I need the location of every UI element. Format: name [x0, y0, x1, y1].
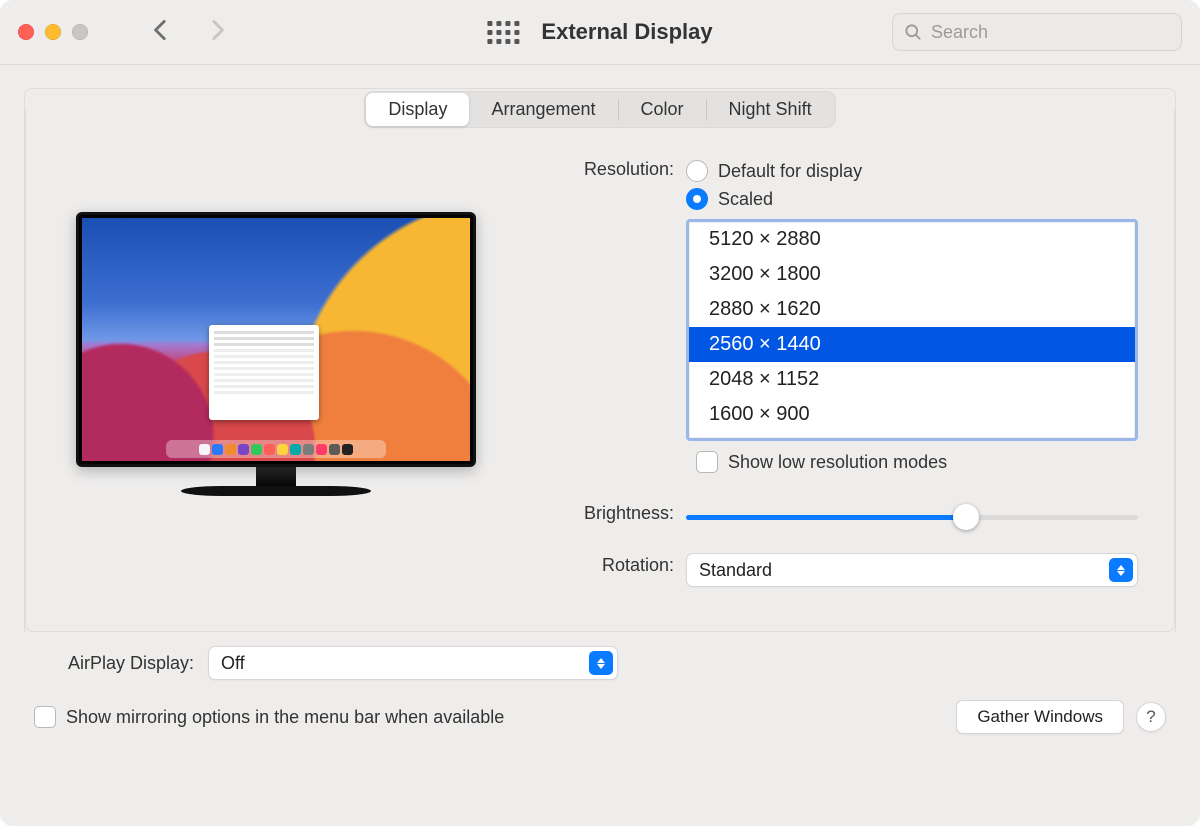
tab-color[interactable]: Color — [619, 93, 706, 126]
select-value: Standard — [699, 560, 772, 581]
resolution-list[interactable]: 5120 × 28803200 × 18002880 × 16202560 × … — [686, 219, 1138, 441]
radio-label: Scaled — [718, 189, 773, 210]
resolution-option[interactable]: 5120 × 2880 — [689, 222, 1135, 257]
show-low-res-checkbox[interactable]: Show low resolution modes — [696, 451, 1138, 473]
rotation-label: Rotation: — [526, 553, 686, 576]
mirroring-checkbox[interactable]: Show mirroring options in the menu bar w… — [34, 706, 504, 728]
gather-windows-button[interactable]: Gather Windows — [956, 700, 1124, 734]
zoom-icon[interactable] — [72, 24, 88, 40]
display-panel: Resolution: Default for display Scaled 5… — [25, 109, 1175, 632]
forward-button[interactable] — [204, 17, 230, 48]
tab-bar: Display Arrangement Color Night Shift — [364, 91, 835, 128]
checkbox-icon — [34, 706, 56, 728]
resolution-scaled-radio[interactable]: Scaled — [686, 185, 1138, 213]
select-value: Off — [221, 653, 245, 674]
resolution-option[interactable]: 2560 × 1440 — [689, 327, 1135, 362]
content-area: Display Arrangement Color Night Shift — [0, 65, 1200, 826]
radio-icon — [686, 160, 708, 182]
display-controls: Resolution: Default for display Scaled 5… — [526, 157, 1138, 597]
brightness-label: Brightness: — [526, 501, 686, 524]
traffic-lights — [18, 24, 88, 40]
chevron-updown-icon — [589, 651, 613, 675]
show-all-icon[interactable] — [487, 21, 519, 44]
resolution-option[interactable]: 2048 × 1152 — [689, 362, 1135, 397]
nav-buttons — [148, 17, 230, 48]
resolution-option[interactable]: 2880 × 1620 — [689, 292, 1135, 327]
chevron-updown-icon — [1109, 558, 1133, 582]
tab-display[interactable]: Display — [366, 93, 469, 126]
help-button[interactable]: ? — [1136, 702, 1166, 732]
preferences-window: External Display Display Arrangement Col… — [0, 0, 1200, 826]
search-field[interactable] — [892, 13, 1182, 51]
resolution-default-radio[interactable]: Default for display — [686, 157, 1138, 185]
brightness-slider[interactable] — [686, 505, 1138, 529]
airplay-label: AirPlay Display: — [34, 653, 194, 674]
resolution-option[interactable]: 1600 × 900 — [689, 397, 1135, 432]
search-input[interactable] — [931, 22, 1171, 43]
close-icon[interactable] — [18, 24, 34, 40]
checkbox-label: Show mirroring options in the menu bar w… — [66, 707, 504, 728]
radio-label: Default for display — [718, 161, 862, 182]
bottom-area: AirPlay Display: Off Show mirroring opti… — [24, 632, 1176, 734]
resolution-label: Resolution: — [526, 157, 686, 180]
titlebar: External Display — [0, 0, 1200, 65]
tab-night-shift[interactable]: Night Shift — [707, 93, 834, 126]
airplay-select[interactable]: Off — [208, 646, 618, 680]
tab-arrangement[interactable]: Arrangement — [469, 93, 617, 126]
checkbox-label: Show low resolution modes — [728, 452, 947, 473]
rotation-select[interactable]: Standard — [686, 553, 1138, 587]
monitor-preview — [66, 157, 486, 597]
minimize-icon[interactable] — [45, 24, 61, 40]
resolution-option[interactable]: 3200 × 1800 — [689, 257, 1135, 292]
window-title: External Display — [541, 19, 712, 45]
radio-icon — [686, 188, 708, 210]
back-button[interactable] — [148, 17, 174, 48]
monitor-image — [76, 212, 476, 467]
checkbox-icon — [696, 451, 718, 473]
